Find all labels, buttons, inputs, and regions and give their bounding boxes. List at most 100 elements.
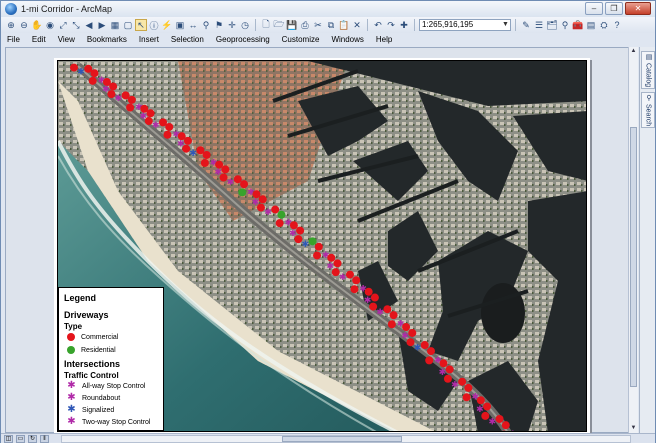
data-view-icon[interactable]: ◫ xyxy=(4,434,13,443)
paste-icon[interactable]: 📋 xyxy=(338,19,350,31)
commercial-driveway-marker xyxy=(88,76,97,85)
toolbar-separator xyxy=(367,19,368,31)
blue-star-symbol: ✱ xyxy=(67,404,76,415)
menu-geoprocessing[interactable]: Geoprocessing xyxy=(216,35,270,44)
html-popup-icon[interactable]: ▣ xyxy=(174,19,186,31)
zoom-in-icon[interactable]: ⊕ xyxy=(5,19,17,31)
editor-toolbar-icon[interactable]: ✎ xyxy=(520,19,532,31)
scroll-down-icon[interactable]: ▼ xyxy=(629,424,638,433)
go-to-xy-icon[interactable]: ✛ xyxy=(226,19,238,31)
commercial-driveway-marker xyxy=(501,421,510,430)
search-window-icon[interactable]: ⚲ xyxy=(559,19,571,31)
green-circle-symbol xyxy=(67,346,75,354)
model-builder-icon[interactable]: ⛭ xyxy=(598,19,610,31)
arcmap-window: 1-mi Corridor - ArcMap – ❐ ✕ ⊕ ⊖ ✋ ◉ ⤢ ⤡… xyxy=(0,0,656,443)
layout-view[interactable]: ✱✱✱✱✱✱✱✱✱✱✱✱✱✱✱✱✱✱✱✱✱✱✱✱✱✱✱✱✱✱✱✱✱✱✱ Lege… xyxy=(5,47,637,434)
legend-label: Commercial xyxy=(81,333,119,341)
layout-view-icon[interactable]: ▭ xyxy=(16,434,25,443)
horizontal-scrollbar[interactable] xyxy=(61,435,631,443)
full-extent-icon[interactable]: ◉ xyxy=(44,19,56,31)
title-bar: 1-mi Corridor - ArcMap – ❐ ✕ xyxy=(1,1,655,17)
commercial-driveway-marker xyxy=(109,82,118,91)
commercial-driveway-marker xyxy=(445,365,454,374)
scroll-up-icon[interactable]: ▲ xyxy=(629,47,638,56)
legend-intersections-heading: Intersections xyxy=(64,359,121,369)
dock-tab-label: Search xyxy=(644,103,652,127)
commercial-driveway-marker xyxy=(271,205,280,214)
commercial-driveway-marker xyxy=(221,165,230,174)
commercial-driveway-marker xyxy=(483,402,492,411)
map-legend[interactable]: Legend Driveways Type Commercial Residen… xyxy=(58,287,164,431)
add-data-icon[interactable]: ✚ xyxy=(398,19,410,31)
menu-edit[interactable]: Edit xyxy=(32,35,46,44)
menu-bookmarks[interactable]: Bookmarks xyxy=(87,35,127,44)
right-dock: ▤ Catalog ⚲ Search xyxy=(639,47,655,433)
commercial-driveway-marker xyxy=(275,219,284,228)
commercial-driveway-marker xyxy=(126,103,135,112)
fixed-zoom-in-icon[interactable]: ⤢ xyxy=(57,19,69,31)
legend-item-roundabout: ✱ Roundabout xyxy=(67,393,120,403)
arctoolbox-icon[interactable]: 🧰 xyxy=(572,19,584,31)
menu-windows[interactable]: Windows xyxy=(331,35,363,44)
scroll-thumb[interactable] xyxy=(282,436,402,442)
save-icon[interactable]: 💾 xyxy=(286,19,298,31)
arcmap-globe-icon xyxy=(5,3,17,15)
delete-icon[interactable]: ✕ xyxy=(351,19,363,31)
menu-view[interactable]: View xyxy=(58,35,75,44)
print-icon[interactable]: ⎙ xyxy=(299,19,311,31)
maximize-button[interactable]: ❐ xyxy=(605,2,623,15)
minimize-button[interactable]: – xyxy=(585,2,603,15)
commercial-driveway-marker xyxy=(458,377,467,386)
identify-icon[interactable]: ⓘ xyxy=(148,19,160,31)
help-icon[interactable]: ? xyxy=(611,19,623,31)
fixed-zoom-out-icon[interactable]: ⤡ xyxy=(70,19,82,31)
menu-file[interactable]: File xyxy=(7,35,20,44)
menu-insert[interactable]: Insert xyxy=(139,35,159,44)
pause-drawing-icon[interactable]: ‖ xyxy=(40,434,49,443)
map-scale-combobox[interactable]: 1:265,916,195 ▼ xyxy=(419,19,511,31)
find-icon[interactable]: ⚲ xyxy=(200,19,212,31)
commercial-driveway-marker xyxy=(200,158,209,167)
dock-tab-catalog[interactable]: ▤ Catalog xyxy=(641,51,655,89)
time-slider-icon[interactable]: ◷ xyxy=(239,19,251,31)
menu-customize[interactable]: Customize xyxy=(282,35,320,44)
select-features-icon[interactable]: ▦ xyxy=(109,19,121,31)
hyperlink-icon[interactable]: ⚡ xyxy=(161,19,173,31)
close-button[interactable]: ✕ xyxy=(625,2,651,15)
signalized-intersection-marker: ✱ xyxy=(302,240,310,250)
vertical-scrollbar[interactable]: ▲ ▼ xyxy=(628,47,638,433)
redo-icon[interactable]: ↷ xyxy=(385,19,397,31)
pan-icon[interactable]: ✋ xyxy=(31,19,43,31)
cut-icon[interactable]: ✂ xyxy=(312,19,324,31)
residential-driveway-marker xyxy=(308,237,317,246)
open-folder-icon[interactable]: 🗁 xyxy=(273,19,285,31)
table-of-contents-icon[interactable]: ☰ xyxy=(533,19,545,31)
copy-icon[interactable]: ⧉ xyxy=(325,19,337,31)
stop-control-intersection-marker: ✱ xyxy=(115,94,123,104)
refresh-icon[interactable]: ↻ xyxy=(28,434,37,443)
undo-icon[interactable]: ↶ xyxy=(372,19,384,31)
menu-help[interactable]: Help xyxy=(376,35,392,44)
residential-driveway-marker xyxy=(238,188,247,197)
clear-selection-icon[interactable]: ▢ xyxy=(122,19,134,31)
menu-selection[interactable]: Selection xyxy=(171,35,204,44)
new-document-icon[interactable]: 🗋 xyxy=(260,19,272,31)
catalog-window-icon[interactable]: 🗂 xyxy=(546,19,558,31)
stop-control-intersection-marker: ✱ xyxy=(227,178,235,188)
find-route-icon[interactable]: ⚑ xyxy=(213,19,225,31)
dock-tab-search[interactable]: ⚲ Search xyxy=(641,92,655,128)
measure-icon[interactable]: ↔ xyxy=(187,19,199,31)
commercial-driveway-marker xyxy=(289,221,298,230)
menu-bar: File Edit View Bookmarks Insert Selectio… xyxy=(1,33,641,45)
python-window-icon[interactable]: ▤ xyxy=(585,19,597,31)
forward-extent-icon[interactable]: ▶ xyxy=(96,19,108,31)
legend-item-commercial: Commercial xyxy=(67,333,118,341)
map-frame[interactable]: ✱✱✱✱✱✱✱✱✱✱✱✱✱✱✱✱✱✱✱✱✱✱✱✱✱✱✱✱✱✱✱✱✱✱✱ Lege… xyxy=(57,60,587,432)
commercial-driveway-marker xyxy=(425,356,434,365)
zoom-out-icon[interactable]: ⊖ xyxy=(18,19,30,31)
back-extent-icon[interactable]: ◀ xyxy=(83,19,95,31)
dock-tab-label: Catalog xyxy=(644,62,652,88)
scroll-thumb[interactable] xyxy=(630,127,637,387)
select-elements-icon[interactable]: ↖ xyxy=(135,19,147,31)
chevron-down-icon[interactable]: ▼ xyxy=(501,20,510,30)
